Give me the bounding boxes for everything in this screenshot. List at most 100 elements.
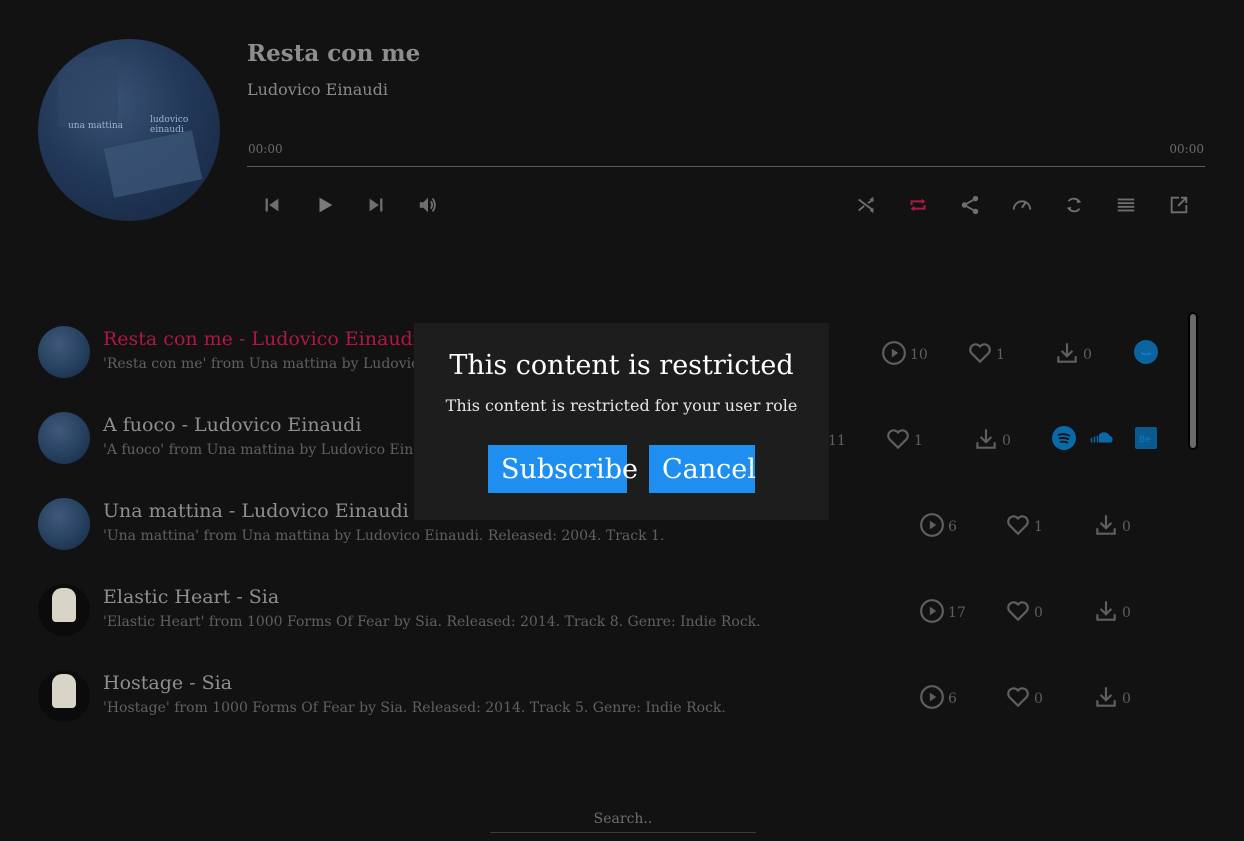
track-row[interactable]: Elastic Heart - Sia 'Elastic Heart' from … bbox=[0, 558, 1180, 644]
restricted-modal: This content is restricted This content … bbox=[414, 323, 829, 520]
plays-stat[interactable]: 10 bbox=[881, 340, 928, 370]
volume-icon bbox=[419, 197, 436, 213]
player: una mattina ludovico einaudi Resta con m… bbox=[0, 0, 1244, 260]
plays-count: 17 bbox=[948, 605, 966, 621]
cover-text-left: una mattina bbox=[68, 121, 123, 131]
track-row-title[interactable]: Hostage - Sia bbox=[103, 672, 232, 694]
amazon-icon[interactable] bbox=[1134, 340, 1158, 364]
subscribe-button[interactable]: Subscribe bbox=[488, 445, 638, 493]
beatport-icon[interactable]: Be bbox=[1134, 426, 1158, 450]
refresh-button[interactable] bbox=[1061, 192, 1087, 218]
play-icon bbox=[319, 197, 333, 213]
plays-count: 11 bbox=[828, 433, 846, 449]
svg-text:Be: Be bbox=[1139, 435, 1151, 445]
time-total: 00:00 bbox=[1169, 142, 1204, 156]
track-thumbnail bbox=[38, 498, 90, 550]
play-button[interactable] bbox=[312, 192, 338, 218]
downloads-stat[interactable]: 0 bbox=[1093, 512, 1131, 542]
modal-title: This content is restricted bbox=[449, 350, 794, 381]
thumbnail-hair-shape bbox=[52, 674, 76, 708]
downloads-count: 0 bbox=[1083, 347, 1092, 363]
downloads-stat[interactable]: 0 bbox=[973, 426, 1011, 456]
search-input[interactable] bbox=[490, 806, 756, 833]
spotify-icon[interactable] bbox=[1052, 426, 1076, 450]
cover-text-right: ludovico einaudi bbox=[150, 115, 189, 135]
volume-button[interactable] bbox=[415, 192, 441, 218]
plays-count: 6 bbox=[948, 519, 957, 535]
scrollbar-thumb[interactable] bbox=[1190, 314, 1196, 448]
playlist-button[interactable] bbox=[1113, 192, 1139, 218]
play-count-icon bbox=[919, 512, 945, 542]
play-count-icon bbox=[881, 340, 907, 370]
heart-icon bbox=[1005, 512, 1031, 542]
track-thumbnail bbox=[38, 412, 90, 464]
share-icon bbox=[961, 195, 979, 215]
heart-icon bbox=[1005, 598, 1031, 628]
downloads-stat[interactable]: 0 bbox=[1093, 598, 1131, 628]
soundcloud-icon[interactable] bbox=[1090, 426, 1114, 450]
track-thumbnail bbox=[38, 584, 90, 636]
popout-button[interactable] bbox=[1166, 192, 1192, 218]
heart-icon bbox=[885, 426, 911, 456]
downloads-stat[interactable]: 0 bbox=[1054, 340, 1092, 370]
likes-count: 0 bbox=[1034, 605, 1043, 621]
cover-window-shape bbox=[58, 57, 118, 127]
download-icon bbox=[1093, 512, 1119, 542]
previous-button[interactable] bbox=[259, 192, 285, 218]
repeat-button[interactable] bbox=[905, 192, 931, 218]
thumbnail-hair-shape bbox=[52, 588, 76, 622]
heart-icon bbox=[967, 340, 993, 370]
track-row-title[interactable]: Elastic Heart - Sia bbox=[103, 586, 279, 608]
track-artist: Ludovico Einaudi bbox=[247, 80, 388, 99]
downloads-count: 0 bbox=[1122, 605, 1131, 621]
plays-stat[interactable]: 6 bbox=[919, 512, 957, 542]
track-row-description: 'Hostage' from 1000 Forms Of Fear by Sia… bbox=[103, 700, 726, 716]
share-button[interactable] bbox=[957, 192, 983, 218]
downloads-count: 0 bbox=[1002, 433, 1011, 449]
time-current: 00:00 bbox=[248, 142, 283, 156]
progress-bar[interactable] bbox=[247, 166, 1205, 167]
shuffle-button[interactable] bbox=[853, 192, 879, 218]
track-row-title[interactable]: A fuoco - Ludovico Einaudi bbox=[103, 414, 361, 436]
track-thumbnail bbox=[38, 326, 90, 378]
track-row-description: 'Una mattina' from Una mattina by Ludovi… bbox=[103, 528, 665, 544]
plays-stat[interactable]: 6 bbox=[919, 684, 957, 714]
refresh-icon bbox=[1066, 197, 1082, 213]
downloads-stat[interactable]: 0 bbox=[1093, 684, 1131, 714]
plays-stat[interactable]: 17 bbox=[919, 598, 966, 628]
likes-count: 1 bbox=[1034, 519, 1043, 535]
likes-count: 0 bbox=[1034, 691, 1043, 707]
plays-count: 6 bbox=[948, 691, 957, 707]
modal-text: This content is restricted for your user… bbox=[445, 396, 798, 415]
likes-stat[interactable]: 1 bbox=[885, 426, 923, 456]
play-count-icon bbox=[919, 684, 945, 714]
cover-book-shape bbox=[103, 130, 203, 198]
popout-icon bbox=[1170, 196, 1188, 214]
next-button[interactable] bbox=[363, 192, 389, 218]
shuffle-icon bbox=[858, 196, 874, 214]
track-row-description: 'A fuoco' from Una mattina by Ludovico E… bbox=[103, 442, 449, 458]
repeat-icon bbox=[910, 198, 926, 212]
likes-stat[interactable]: 0 bbox=[1005, 684, 1043, 714]
play-count-icon bbox=[919, 598, 945, 628]
plays-count: 10 bbox=[910, 347, 928, 363]
likes-count: 1 bbox=[996, 347, 1005, 363]
album-cover: una mattina ludovico einaudi bbox=[38, 39, 220, 221]
speed-button[interactable] bbox=[1009, 192, 1035, 218]
track-title: Resta con me bbox=[247, 40, 421, 67]
track-row-title[interactable]: Resta con me - Ludovico Einaudi bbox=[103, 328, 419, 350]
track-row[interactable]: Hostage - Sia 'Hostage' from 1000 Forms O… bbox=[0, 644, 1180, 730]
scrollbar[interactable] bbox=[1188, 312, 1198, 450]
download-icon bbox=[1093, 598, 1119, 628]
downloads-count: 0 bbox=[1122, 691, 1131, 707]
likes-stat[interactable]: 0 bbox=[1005, 598, 1043, 628]
heart-icon bbox=[1005, 684, 1031, 714]
track-row-title[interactable]: Una mattina - Ludovico Einaudi bbox=[103, 500, 409, 522]
cancel-button[interactable]: Cancel bbox=[649, 445, 756, 493]
likes-stat[interactable]: 1 bbox=[967, 340, 1005, 370]
playlist-icon bbox=[1117, 198, 1135, 212]
previous-icon bbox=[265, 198, 279, 212]
track-row-description: 'Elastic Heart' from 1000 Forms Of Fear … bbox=[103, 614, 761, 630]
download-icon bbox=[1093, 684, 1119, 714]
likes-stat[interactable]: 1 bbox=[1005, 512, 1043, 542]
